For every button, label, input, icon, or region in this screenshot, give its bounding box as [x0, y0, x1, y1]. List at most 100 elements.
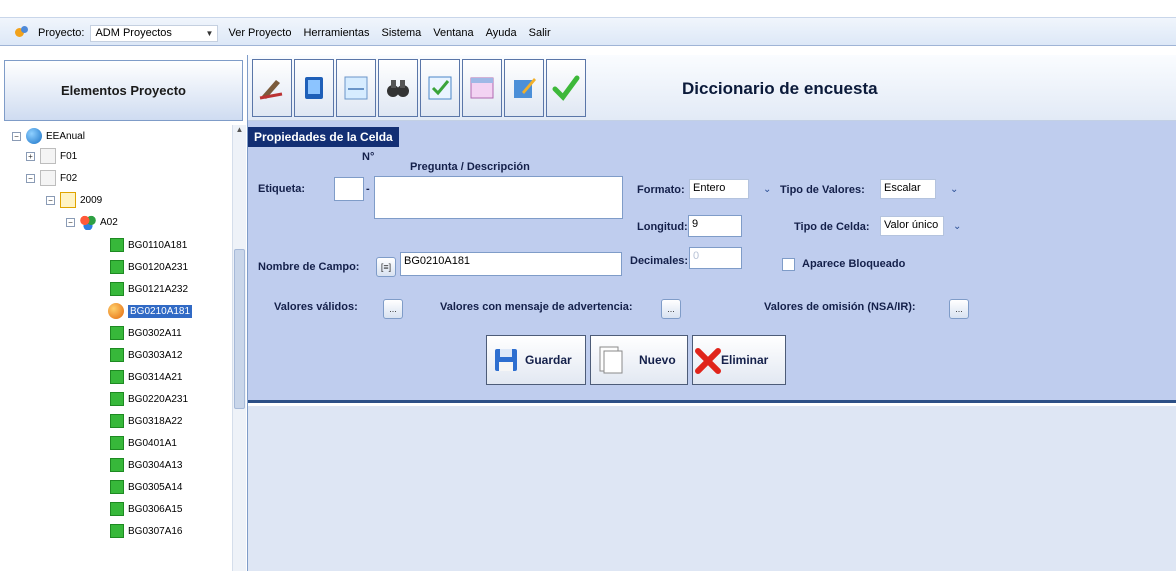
scroll-up-icon[interactable]: ▲ [233, 125, 246, 137]
form-button[interactable] [336, 59, 376, 117]
checklist-icon [428, 76, 452, 100]
notes-button[interactable] [504, 59, 544, 117]
delete-label: Eliminar [721, 353, 769, 367]
tree-leaf[interactable]: BG0305A14 [110, 476, 183, 498]
scroll-thumb[interactable] [234, 249, 245, 409]
collapse-icon[interactable]: − [26, 173, 35, 183]
tree-leaf[interactable]: BG0120A231 [110, 256, 188, 278]
omission-values-button[interactable]: ... [949, 299, 969, 319]
new-button[interactable]: Nuevo [590, 335, 688, 385]
menu-ventana[interactable]: Ventana [433, 27, 473, 39]
tree-leaf[interactable]: BG0401A1 [110, 432, 177, 454]
decimals-label: Decimales: [630, 255, 689, 267]
tree-leaf[interactable]: BG0302A11 [110, 322, 182, 344]
project-tree: − EEAnual + F01 − F02 − 2009 − A02 BG011… [0, 125, 232, 571]
table-icon [470, 77, 494, 99]
collapse-icon[interactable]: − [12, 131, 21, 141]
warning-values-button[interactable]: ... [661, 299, 681, 319]
menu-sistema[interactable]: Sistema [381, 27, 421, 39]
value-type-label: Tipo de Valores: [780, 184, 865, 196]
monitor-icon [305, 77, 323, 99]
floppy-disk-icon [495, 349, 517, 371]
value-type-select[interactable]: Escalar [880, 179, 936, 199]
menu-herramientas[interactable]: Herramientas [303, 27, 369, 39]
label-field-label: Etiqueta: [258, 183, 306, 195]
collapse-icon[interactable]: − [46, 195, 55, 205]
accept-button[interactable] [546, 59, 586, 117]
search-button[interactable] [378, 59, 418, 117]
save-label: Guardar [525, 353, 572, 367]
collapse-icon[interactable]: − [66, 217, 75, 227]
chevron-down-icon[interactable]: ⌄ [953, 221, 961, 232]
valid-values-label: Valores válidos: [274, 301, 358, 313]
chevron-down-icon[interactable]: ⌄ [763, 184, 771, 195]
cell-icon [110, 348, 124, 362]
valid-values-button[interactable]: ... [383, 299, 403, 319]
project-select[interactable]: ADM Proyectos ▼ [90, 24, 219, 42]
preview-button[interactable] [294, 59, 334, 117]
number-label: N° [362, 151, 375, 163]
tree-node-year[interactable]: − 2009 [46, 189, 102, 211]
tree-node-f02[interactable]: − F02 [26, 167, 77, 189]
field-list-button[interactable]: [≡] [376, 257, 396, 277]
new-label: Nuevo [639, 353, 676, 367]
cell-icon [110, 326, 124, 340]
edit-button[interactable] [252, 59, 292, 117]
tree-node-root[interactable]: − EEAnual [12, 125, 85, 147]
tree-leaf[interactable]: BG0306A15 [110, 498, 183, 520]
app-icon [14, 26, 30, 40]
calendar-icon [60, 192, 76, 208]
section-header: Propiedades de la Celda [248, 127, 399, 147]
survey-icon [26, 128, 42, 144]
dash: - [366, 183, 370, 195]
tree-leaf[interactable]: BG0314A21 [110, 366, 183, 388]
binoculars-icon [387, 80, 409, 97]
locked-label: Aparece Bloqueado [802, 258, 906, 270]
tree-node-f01[interactable]: + F01 [26, 145, 77, 167]
tree-scrollbar[interactable]: ▲ [232, 125, 246, 571]
validate-button[interactable] [420, 59, 460, 117]
tree-leaf[interactable]: BG0318A22 [110, 410, 183, 432]
chevron-down-icon[interactable]: ⌄ [950, 184, 958, 195]
cell-type-select[interactable]: Valor único [880, 216, 944, 236]
format-select[interactable]: Entero [689, 179, 749, 199]
field-name-input[interactable]: BG0210A181 [400, 252, 622, 276]
cell-icon [110, 458, 124, 472]
project-label: Proyecto: [38, 27, 85, 39]
table-button[interactable] [462, 59, 502, 117]
menu-ver-proyecto[interactable]: Ver Proyecto [228, 27, 291, 39]
menu-salir[interactable]: Salir [529, 27, 551, 39]
question-label: Pregunta / Descripción [410, 161, 530, 173]
save-button[interactable]: Guardar [486, 335, 586, 385]
cell-icon [110, 436, 124, 450]
cell-icon [110, 238, 124, 252]
decimals-input[interactable]: 0 [689, 247, 742, 269]
warning-values-label: Valores con mensaje de advertencia: [440, 301, 633, 313]
form-icon [40, 148, 56, 164]
tree-leaf[interactable]: BG0220A231 [110, 388, 188, 410]
tree-leaf[interactable]: BG0110A181 [110, 234, 187, 256]
tree-node-group[interactable]: − A02 [66, 211, 118, 233]
tree-leaf[interactable]: BG0121A232 [110, 278, 188, 300]
cell-icon [110, 414, 124, 428]
format-label: Formato: [637, 184, 685, 196]
tree-leaf[interactable]: BG0304A13 [110, 454, 183, 476]
question-textarea[interactable] [374, 176, 623, 219]
cell-icon [110, 282, 124, 296]
delete-button[interactable]: Eliminar [692, 335, 786, 385]
panel-title: Elementos Proyecto [4, 60, 243, 121]
tree-leaf[interactable]: BG0303A12 [110, 344, 183, 366]
edit-icon [259, 80, 283, 100]
locked-checkbox[interactable] [782, 258, 795, 271]
length-label: Longitud: [637, 221, 688, 233]
cell-properties-panel: Propiedades de la Celda N° Pregunta / De… [248, 121, 1176, 403]
expand-icon[interactable]: + [26, 151, 35, 161]
tree-leaf[interactable]: BG0307A16 [110, 520, 183, 542]
menu-ayuda[interactable]: Ayuda [486, 27, 517, 39]
project-select-value: ADM Proyectos [95, 27, 172, 39]
title-bar-strip [0, 0, 1176, 18]
length-input[interactable]: 9 [688, 215, 742, 237]
label-number-input[interactable] [334, 177, 364, 201]
cell-icon [110, 260, 124, 274]
tree-leaf-selected[interactable]: BG0210A181 [108, 300, 193, 322]
